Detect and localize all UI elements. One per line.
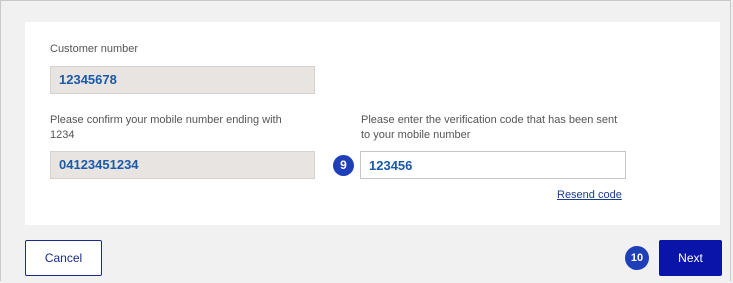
step-9-badge: 9: [333, 155, 354, 176]
mobile-number-label-line2: 1234: [50, 129, 75, 141]
resend-code-link[interactable]: Resend code: [557, 189, 622, 201]
cancel-button[interactable]: Cancel: [25, 240, 102, 276]
verification-code-input[interactable]: [360, 151, 626, 179]
verification-form-card: Customer number 12345678 Please confirm …: [25, 22, 720, 225]
mobile-number-label-line1: Please confirm your mobile number ending…: [50, 114, 282, 126]
mobile-number-label: Please confirm your mobile number ending…: [50, 113, 282, 143]
step-10-badge: 10: [625, 246, 649, 270]
customer-number-label: Customer number: [50, 43, 139, 55]
verification-code-label-line2: to your mobile number: [361, 129, 471, 141]
next-button[interactable]: Next: [659, 240, 722, 276]
verification-code-label: Please enter the verification code that …: [361, 113, 617, 143]
customer-number-field: 12345678: [50, 66, 315, 94]
mobile-number-field: 04123451234: [50, 151, 315, 179]
verification-code-label-line1: Please enter the verification code that …: [361, 114, 618, 126]
